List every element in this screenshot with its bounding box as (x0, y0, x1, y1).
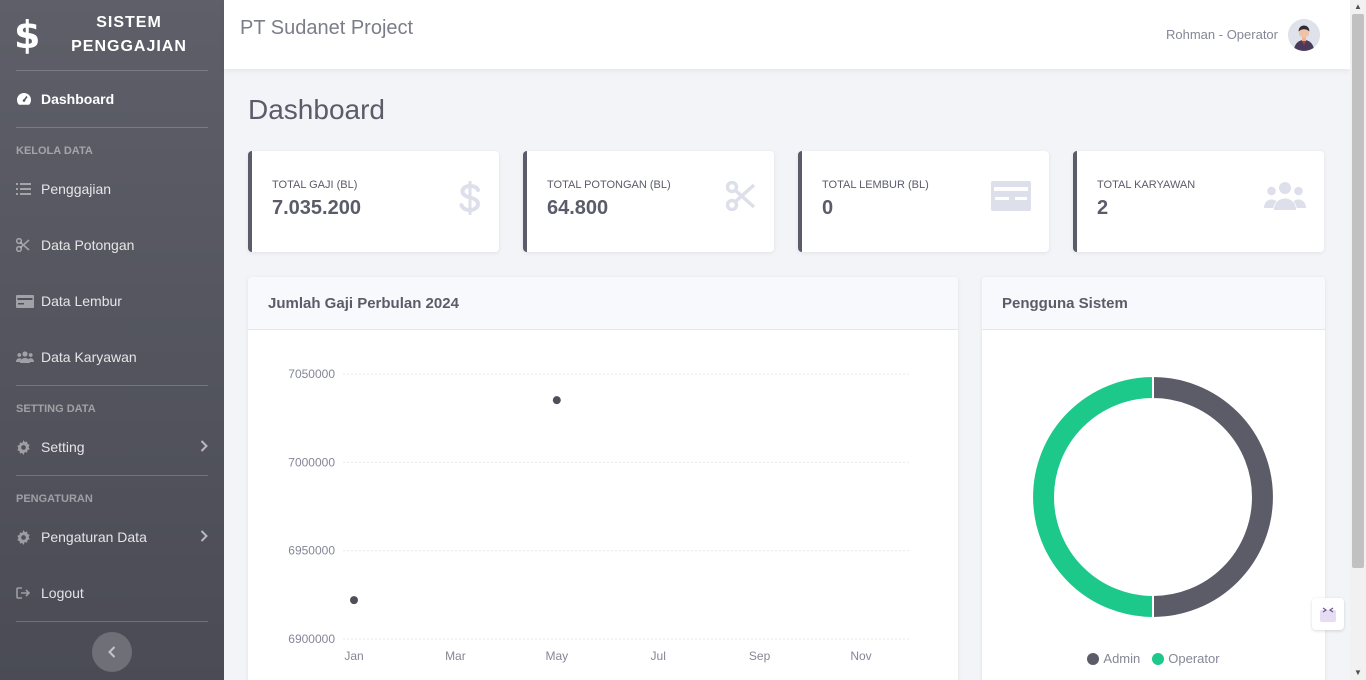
sidebar-item-label: Dashboard (41, 91, 115, 107)
sidebar-heading-pengaturan: PENGATURAN (16, 493, 93, 505)
x-tick-label: May (545, 649, 568, 663)
brand[interactable]: $ SISTEM PENGGAJIAN (0, 0, 224, 70)
donut-slice-admin (1152, 374, 1275, 620)
legend-label: Admin (1103, 651, 1141, 666)
x-tick-label: Jul (651, 649, 666, 663)
sidebar-item-label: Data Lembur (41, 293, 122, 309)
panel-title: Jumlah Gaji Perbulan 2024 (248, 277, 958, 330)
scroll-up-arrow-icon[interactable]: ▲ (1350, 0, 1366, 14)
x-tick-label: Mar (445, 649, 466, 663)
floating-helper-button[interactable] (1312, 598, 1344, 630)
legend-label: Operator (1168, 651, 1220, 666)
sidebar-item-setting[interactable]: Setting (0, 419, 224, 475)
page-title: Dashboard (248, 94, 385, 125)
chevron-right-icon (200, 529, 224, 545)
sidebar-item-label: Logout (41, 585, 84, 601)
sidebar-item-label: Pengaturan Data (41, 529, 147, 545)
scissors-icon (725, 180, 756, 216)
sign-out-icon (16, 587, 38, 599)
scroll-down-arrow-icon[interactable]: ▼ (1350, 666, 1366, 680)
sidebar: $ SISTEM PENGGAJIAN Dashboard KELOLA DAT… (0, 0, 224, 680)
y-tick-label: 7050000 (288, 367, 335, 381)
card-total-gaji: TOTAL GAJI (BL) 7.035.200 (248, 151, 499, 252)
tag-icon (1320, 607, 1336, 622)
brand-title-line2: PENGGAJIAN (71, 38, 187, 55)
y-tick-label: 6950000 (288, 544, 335, 558)
legend-swatch (1152, 652, 1165, 665)
sidebar-item-pengaturan-data[interactable]: Pengaturan Data (0, 509, 224, 565)
summary-cards: TOTAL GAJI (BL) 7.035.200 TOTAL POTONGAN… (248, 151, 1325, 252)
gear-icon (16, 439, 38, 455)
legend-swatch (1087, 652, 1100, 665)
avatar (1288, 18, 1320, 51)
sidebar-item-logout[interactable]: Logout (0, 565, 224, 621)
sidebar-item-penggajian[interactable]: Penggajian (0, 161, 224, 217)
users-donut-chart (1031, 374, 1275, 620)
user-name: Rohman - Operator (1166, 27, 1278, 42)
tachometer-icon (16, 92, 38, 106)
gear-icon (16, 529, 38, 545)
dollar-icon (459, 181, 481, 220)
chevron-right-icon (200, 439, 224, 455)
panel-title: Pengguna Sistem (982, 277, 1325, 330)
user-menu[interactable]: Rohman - Operator (1166, 18, 1320, 51)
salary-scatter-chart: 7050000 7000000 6950000 6900000 Jan Mar May Jul… (288, 367, 911, 663)
money-bill-icon (16, 294, 38, 308)
sidebar-divider (16, 621, 208, 622)
legend-item[interactable]: Admin (1087, 651, 1140, 666)
topbar-title: PT Sudanet Project (240, 17, 414, 39)
chart-legend: Admin Operator (982, 651, 1325, 666)
dollar-icon: $ (14, 13, 41, 57)
donut-slice-operator (1031, 374, 1154, 620)
users-icon (1264, 181, 1306, 216)
x-tick-label: Sep (749, 649, 771, 663)
sidebar-item-label: Data Karyawan (41, 349, 137, 365)
y-tick-label: 7000000 (288, 455, 335, 469)
list-icon (16, 183, 38, 195)
sidebar-heading-setting: SETTING DATA (16, 403, 96, 415)
salary-chart-panel: Jumlah Gaji Perbulan 2024 7050000 7000000… (248, 277, 958, 680)
sidebar-item-data-potongan[interactable]: Data Potongan (0, 217, 224, 273)
brand-title-line1: SISTEM (96, 14, 162, 31)
y-tick-label: 6900000 (288, 632, 335, 646)
topbar: PT Sudanet Project Rohman - Operator (224, 0, 1350, 69)
sidebar-toggle-button[interactable] (92, 632, 132, 672)
card-total-karyawan: TOTAL KARYAWAN 2 (1073, 151, 1324, 252)
x-tick-label: Nov (850, 649, 871, 663)
users-icon (16, 351, 38, 363)
sidebar-heading-kelola: KELOLA DATA (16, 145, 93, 157)
x-tick-label: Jan (344, 649, 363, 663)
card-total-lembur: TOTAL LEMBUR (BL) 0 (798, 151, 1049, 252)
scrollbar-thumb[interactable] (1352, 14, 1364, 568)
data-point (350, 596, 358, 605)
card-total-potongan: TOTAL POTONGAN (BL) 64.800 (523, 151, 774, 252)
scissors-icon (16, 238, 38, 252)
data-point (552, 396, 561, 405)
sidebar-item-label: Setting (41, 439, 85, 455)
sidebar-item-data-lembur[interactable]: Data Lembur (0, 273, 224, 329)
sidebar-item-dashboard[interactable]: Dashboard (0, 71, 224, 127)
chevron-left-icon (108, 646, 116, 658)
legend-item[interactable]: Operator (1152, 651, 1220, 666)
money-bill-icon (991, 181, 1031, 216)
sidebar-item-data-karyawan[interactable]: Data Karyawan (0, 329, 224, 385)
page-scrollbar[interactable]: ▲ ▼ (1350, 0, 1366, 680)
main-content: Dashboard TOTAL GAJI (BL) 7.035.200 TOTA… (248, 69, 1325, 680)
sidebar-item-label: Data Potongan (41, 237, 135, 253)
brand-title: SISTEM PENGGAJIAN (44, 11, 224, 59)
users-donut-panel: Pengguna Sistem Admin Operator (982, 277, 1325, 680)
sidebar-item-label: Penggajian (41, 181, 112, 197)
